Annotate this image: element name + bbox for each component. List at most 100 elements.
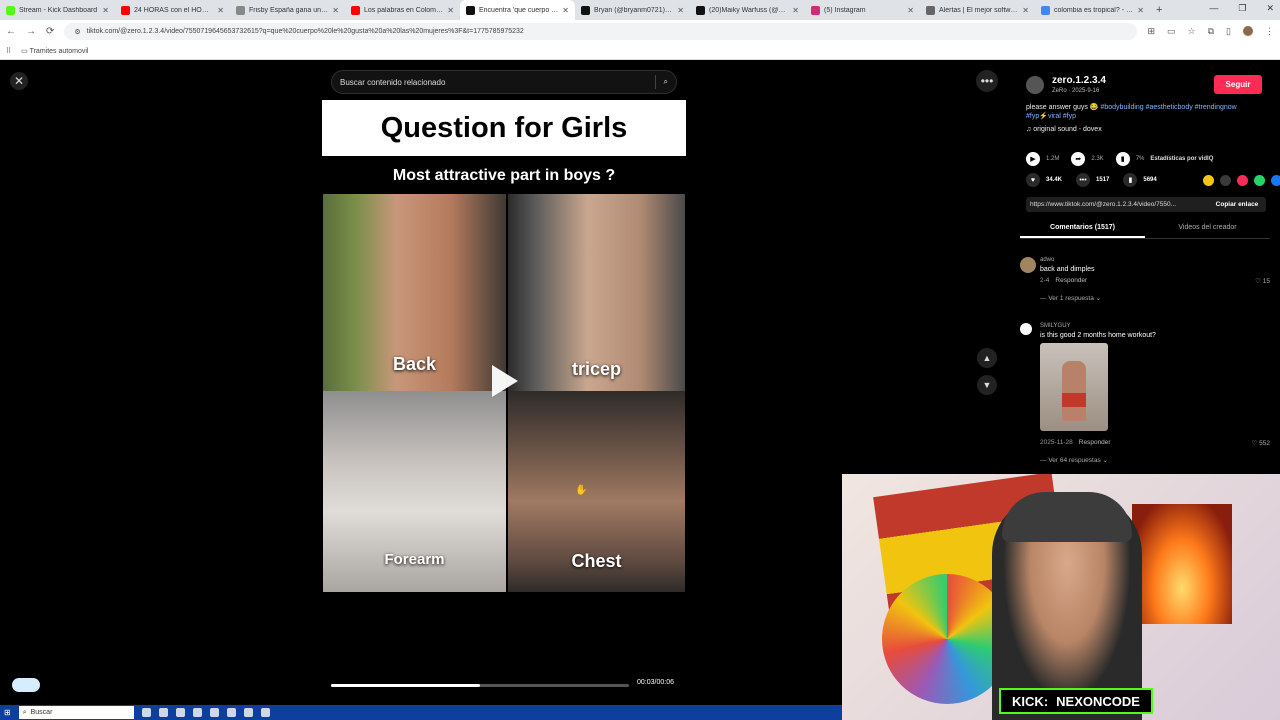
- tab-creator-videos[interactable]: Videos del creador: [1145, 221, 1270, 238]
- share-emoji-icon[interactable]: [1202, 174, 1214, 186]
- star-icon[interactable]: ☆: [1188, 26, 1196, 37]
- browser-tab[interactable]: Encuentra 'que cuerpo le gus ✕: [460, 0, 575, 20]
- reply-button[interactable]: Responder: [1055, 277, 1087, 284]
- toolbar-icons: ⊞ ▭ ☆ ⧉ ▯ ⋮: [1147, 26, 1274, 37]
- browser-tab[interactable]: Bryan (@bryanm0721) | TikTo ✕: [575, 0, 690, 20]
- comment-likes[interactable]: ♡ 552: [1252, 439, 1271, 447]
- chrome-icon[interactable]: [158, 708, 168, 717]
- tab-close-icon[interactable]: ✕: [332, 6, 339, 15]
- facebook-icon[interactable]: [1270, 174, 1280, 186]
- browser-tab[interactable]: colombia es tropical? - Buscar ✕: [1035, 0, 1150, 20]
- analytics-label[interactable]: Estadísticas por vidIQ: [1150, 156, 1213, 162]
- menu-icon[interactable]: ⋮: [1265, 26, 1274, 37]
- apps-icon[interactable]: ⠿: [6, 47, 11, 55]
- tab-close-icon[interactable]: ✕: [677, 6, 684, 15]
- copy-link-button[interactable]: Copiar enlace: [1208, 201, 1266, 208]
- reload-icon[interactable]: ⟳: [46, 26, 54, 37]
- more-options-icon[interactable]: •••: [976, 70, 998, 92]
- previous-video-icon[interactable]: ▲: [977, 348, 997, 368]
- search-icon[interactable]: ⌕: [664, 77, 668, 87]
- comment-item: adwo back and dimples 2-4 Responder ♡ 15 …: [1020, 257, 1270, 307]
- comment-icon[interactable]: •••: [1076, 173, 1091, 187]
- maximize-icon[interactable]: ❐: [1238, 3, 1246, 14]
- tab-close-icon[interactable]: ✕: [792, 6, 799, 15]
- video-player[interactable]: Question for Girls Most attractive part …: [322, 100, 686, 705]
- bookmark-icon[interactable]: ▮: [1123, 173, 1138, 187]
- collage-chest: Chest: [508, 391, 685, 592]
- comment-image[interactable]: [1040, 343, 1108, 431]
- close-icon[interactable]: ✕: [10, 72, 28, 90]
- author-avatar[interactable]: [1026, 75, 1044, 94]
- windows-start-icon[interactable]: ⊞: [4, 708, 11, 717]
- tab-close-icon[interactable]: ✕: [1137, 6, 1144, 15]
- bookmark-folder[interactable]: ▭ Tramites automovil: [21, 47, 88, 55]
- comment-user[interactable]: SMILYGUY: [1040, 323, 1071, 329]
- forward-icon[interactable]: →: [26, 26, 36, 37]
- tab-close-icon[interactable]: ✕: [1022, 6, 1029, 15]
- profile-avatar[interactable]: [1243, 26, 1253, 36]
- premiere-icon[interactable]: [226, 708, 236, 717]
- back-icon[interactable]: ←: [6, 26, 16, 37]
- browser-tab[interactable]: (20)Maiky Warfuss (@maikym✕: [690, 0, 805, 20]
- tab-favicon: [581, 5, 590, 15]
- taskbar-search[interactable]: ⌕ Buscar: [18, 706, 134, 719]
- play-icon[interactable]: [492, 365, 518, 397]
- minimize-icon[interactable]: —: [1209, 3, 1218, 14]
- comment-meta: 2025-11-28 Responder: [1040, 439, 1111, 446]
- comment-text: back and dimples: [1040, 266, 1095, 273]
- tab-close-icon[interactable]: ✕: [907, 6, 914, 15]
- next-video-icon[interactable]: ▼: [977, 375, 997, 395]
- heart-icon[interactable]: ♥: [1026, 173, 1040, 187]
- chat-bubble-icon[interactable]: [12, 678, 40, 692]
- terminal-icon[interactable]: [209, 708, 219, 717]
- sidebar-icon[interactable]: ▯: [1226, 26, 1231, 37]
- chrome-profile-icon[interactable]: [175, 708, 185, 717]
- tab-close-icon[interactable]: ✕: [562, 6, 569, 15]
- browser-tab[interactable]: (5) Instagram ✕: [805, 0, 920, 20]
- related-search-input[interactable]: Buscar contenido relacionado ⌕: [331, 70, 677, 94]
- browser-tab[interactable]: 24 HORAS con el HOMBRE M ✕: [115, 0, 230, 20]
- panel-tabs: Comentarios (1517) Videos del creador: [1020, 221, 1270, 239]
- tab-close-icon[interactable]: ✕: [217, 6, 224, 15]
- view-replies[interactable]: — Ver 64 respuestas ⌄: [1040, 456, 1108, 464]
- url-field[interactable]: ⚙ tiktok.com/@zero.1.2.3.4/video/7550719…: [64, 23, 1138, 40]
- comment-user[interactable]: adwo: [1040, 257, 1054, 263]
- file-explorer-icon[interactable]: [141, 708, 151, 717]
- sound-link[interactable]: ♫ original sound - dovex: [1026, 126, 1102, 133]
- comment-avatar[interactable]: [1020, 257, 1036, 273]
- follow-button[interactable]: Seguir: [1214, 75, 1262, 94]
- browser-tab[interactable]: Alertas | El mejor software pa✕: [920, 0, 1035, 20]
- tab-favicon: [466, 5, 475, 15]
- whatsapp-icon[interactable]: [1253, 174, 1265, 186]
- reply-button[interactable]: Responder: [1079, 439, 1111, 446]
- tab-title: Alertas | El mejor software pa: [939, 6, 1019, 14]
- tab-comments[interactable]: Comentarios (1517): [1020, 221, 1145, 238]
- cast-icon[interactable]: ▭: [1167, 26, 1176, 37]
- author-block[interactable]: zero.1.2.3.4 ZeRo · 2025-9-16: [1026, 75, 1106, 94]
- share-friends-icon[interactable]: [1236, 174, 1248, 186]
- translate-icon[interactable]: ⊞: [1147, 26, 1155, 37]
- taskbar-search-label: Buscar: [30, 709, 53, 716]
- close-window-icon[interactable]: ✕: [1266, 3, 1274, 14]
- video-link-url[interactable]: https://www.tiktok.com/@zero.1.2.3.4/vid…: [1030, 201, 1208, 208]
- comment-meta: 2-4 Responder: [1040, 277, 1087, 284]
- site-info-icon[interactable]: ⚙: [74, 28, 80, 36]
- new-tab-icon[interactable]: +: [1150, 4, 1168, 16]
- browser-tab[interactable]: Stream - Kick Dashboard ✕: [0, 0, 115, 20]
- tab-title: Encuentra 'que cuerpo le gus: [479, 6, 558, 14]
- author-name[interactable]: zero.1.2.3.4: [1052, 75, 1106, 86]
- discord-icon[interactable]: [260, 708, 270, 717]
- embed-icon[interactable]: [1219, 174, 1231, 186]
- view-replies[interactable]: — Ver 1 respuesta ⌄: [1040, 294, 1101, 302]
- comment-avatar[interactable]: [1020, 323, 1032, 335]
- tab-close-icon[interactable]: ✕: [102, 6, 109, 15]
- comment-likes[interactable]: ♡ 15: [1255, 277, 1270, 285]
- chrome-window-icon[interactable]: [192, 708, 202, 717]
- browser-tab[interactable]: Los palabras en Colombia no✕: [345, 0, 460, 20]
- extensions-icon[interactable]: ⧉: [1208, 26, 1214, 37]
- browser-tab[interactable]: Frisby España gana una batal ✕: [230, 0, 345, 20]
- collage-tricep: tricep: [508, 194, 685, 391]
- tab-close-icon[interactable]: ✕: [447, 6, 454, 15]
- video-progress-bar[interactable]: [331, 684, 629, 687]
- obs-icon[interactable]: [243, 708, 253, 717]
